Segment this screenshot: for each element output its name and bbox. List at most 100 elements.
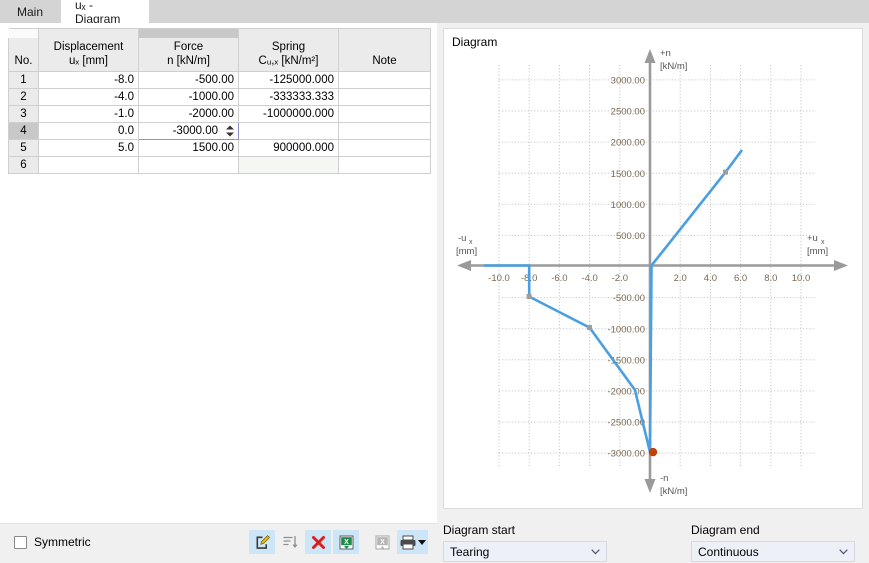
- cell-spring[interactable]: -333333.333: [238, 88, 339, 106]
- table-row[interactable]: 5 5.0 1500.00 900000.000: [8, 139, 431, 157]
- header-spring-unit: Cᵤ,ₓ [kN/m²]: [258, 55, 319, 68]
- excel-export-icon: X: [339, 535, 353, 549]
- window-body: No. Displacement uₓ [mm] Force n [kN/m] …: [0, 23, 869, 563]
- spinner-icon[interactable]: [226, 125, 235, 138]
- y-axis-tick-labels: 3000.00 2500.00 2000.00 1500.00 1000.00 …: [607, 76, 645, 460]
- edit-diagram-button[interactable]: [249, 530, 275, 554]
- chevron-down-icon[interactable]: [836, 542, 850, 561]
- cell-force[interactable]: -500.00: [138, 71, 239, 89]
- diagram-card: Diagram -10.0 -8.0 -6.0 -4.0 -2.0 2.0 4.…: [443, 28, 863, 509]
- cell-spring[interactable]: [238, 122, 339, 140]
- svg-text:-2.0: -2.0: [612, 273, 628, 284]
- diagram-start-select[interactable]: Tearing: [443, 541, 607, 562]
- diagram-end-value: Continuous: [698, 544, 759, 559]
- diagram-end-control: Diagram end Continuous: [691, 523, 855, 562]
- y-axis-negative-unit: [kN/m]: [660, 486, 687, 497]
- symmetric-checkbox[interactable]: [14, 535, 27, 549]
- band-spring[interactable]: [238, 28, 339, 38]
- cell-note[interactable]: [338, 105, 431, 123]
- x-axis-positive-unit: [mm]: [807, 246, 828, 257]
- diagram-start-label: Diagram start: [443, 523, 516, 537]
- table-panel: No. Displacement uₓ [mm] Force n [kN/m] …: [0, 23, 437, 563]
- diagram-start-value: Tearing: [450, 544, 490, 559]
- table-row-empty[interactable]: 6: [8, 156, 431, 174]
- header-displacement-unit: uₓ [mm]: [69, 55, 108, 68]
- cell-force[interactable]: 1500.00: [138, 139, 239, 157]
- svg-text:-1000.00: -1000.00: [607, 324, 645, 335]
- header-no-label: No.: [14, 55, 33, 68]
- svg-text:-6.0: -6.0: [551, 273, 567, 284]
- diagram-points-table[interactable]: No. Displacement uₓ [mm] Force n [kN/m] …: [8, 28, 431, 174]
- x-axis-positive-label: +u: [807, 233, 818, 244]
- diagram-panel: Diagram -10.0 -8.0 -6.0 -4.0 -2.0 2.0 4.…: [437, 23, 869, 563]
- tab-main-label: Main: [16, 4, 43, 19]
- delete-row-button[interactable]: [305, 530, 331, 554]
- y-axis-down-arrow-icon: [644, 479, 656, 493]
- cell-note[interactable]: [338, 88, 431, 106]
- tab-ux-diagram[interactable]: uₓ - Diagram: [61, 0, 149, 26]
- cell-spring[interactable]: -1000000.000: [238, 105, 339, 123]
- tab-strip: Main uₓ - Diagram: [0, 0, 869, 26]
- diagram-definition-window: Main uₓ - Diagram No. Displacement uₓ [m…: [0, 0, 869, 563]
- x-axis-negative-unit: [mm]: [456, 246, 477, 257]
- band-force[interactable]: [138, 28, 239, 38]
- row-number[interactable]: 6: [8, 156, 39, 174]
- cell-note[interactable]: [338, 139, 431, 157]
- printer-icon: [400, 535, 416, 549]
- row-number[interactable]: 5: [8, 139, 39, 157]
- sort-rows-button[interactable]: [277, 530, 303, 554]
- svg-text:-10.0: -10.0: [488, 273, 510, 284]
- import-excel-button[interactable]: X: [369, 530, 395, 554]
- tab-ux-diagram-label: uₓ - Diagram: [75, 0, 121, 26]
- header-displacement: Displacement uₓ [mm]: [38, 37, 139, 72]
- cell-spring[interactable]: [238, 156, 339, 174]
- band-note[interactable]: [338, 28, 431, 38]
- diagram-end-select[interactable]: Continuous: [691, 541, 855, 562]
- print-button[interactable]: [397, 530, 428, 554]
- table-footer-bar: Symmetric X X: [0, 523, 437, 563]
- cell-spring[interactable]: 900000.000: [238, 139, 339, 157]
- y-axis-positive-label: +n: [660, 48, 671, 59]
- row-number[interactable]: 4: [8, 122, 39, 140]
- x-axis-positive-sub: x: [821, 239, 825, 246]
- x-axis-negative-sub: x: [469, 239, 473, 246]
- svg-text:-4.0: -4.0: [581, 273, 597, 284]
- cell-force[interactable]: -2000.00: [138, 105, 239, 123]
- print-options-caret-icon[interactable]: [418, 539, 426, 545]
- cell-spring[interactable]: -125000.000: [238, 71, 339, 89]
- x-axis-right-arrow-icon: [834, 260, 848, 271]
- cell-displacement[interactable]: -1.0: [38, 105, 139, 123]
- chevron-down-icon[interactable]: [588, 542, 602, 561]
- cell-force-value: -3000.00: [172, 125, 218, 137]
- cell-note[interactable]: [338, 156, 431, 174]
- row-number[interactable]: 1: [8, 71, 39, 89]
- band-displacement[interactable]: [38, 28, 139, 38]
- cell-force-selected[interactable]: -3000.00: [138, 122, 239, 140]
- table-row[interactable]: 1 -8.0 -500.00 -125000.000: [8, 71, 431, 89]
- cell-note[interactable]: [338, 71, 431, 89]
- cell-force[interactable]: [138, 156, 239, 174]
- table-row-selected[interactable]: 4 0.0 -3000.00: [8, 122, 431, 140]
- header-spring-title: Spring: [271, 41, 306, 54]
- cell-displacement[interactable]: -8.0: [38, 71, 139, 89]
- excel-import-icon: X: [375, 535, 389, 549]
- tab-main[interactable]: Main: [0, 0, 60, 23]
- cell-displacement[interactable]: -4.0: [38, 88, 139, 106]
- header-no: No.: [8, 37, 39, 72]
- row-number[interactable]: 2: [8, 88, 39, 106]
- table-row[interactable]: 2 -4.0 -1000.00 -333333.333: [8, 88, 431, 106]
- cell-displacement[interactable]: [38, 156, 139, 174]
- edit-pencil-icon: [256, 534, 270, 549]
- table-row[interactable]: 3 -1.0 -2000.00 -1000000.000: [8, 105, 431, 123]
- cell-force[interactable]: -1000.00: [138, 88, 239, 106]
- row-number[interactable]: 3: [8, 105, 39, 123]
- header-note-label: Note: [372, 55, 397, 68]
- symmetric-checkbox-group[interactable]: Symmetric: [14, 535, 91, 549]
- cell-note[interactable]: [338, 122, 431, 140]
- export-excel-button[interactable]: X: [333, 530, 359, 554]
- cell-displacement[interactable]: 5.0: [38, 139, 139, 157]
- cell-displacement[interactable]: 0.0: [38, 122, 139, 140]
- x-axis-left-arrow-icon: [457, 260, 471, 271]
- sort-descending-icon: [282, 535, 298, 548]
- band-no: [8, 28, 39, 38]
